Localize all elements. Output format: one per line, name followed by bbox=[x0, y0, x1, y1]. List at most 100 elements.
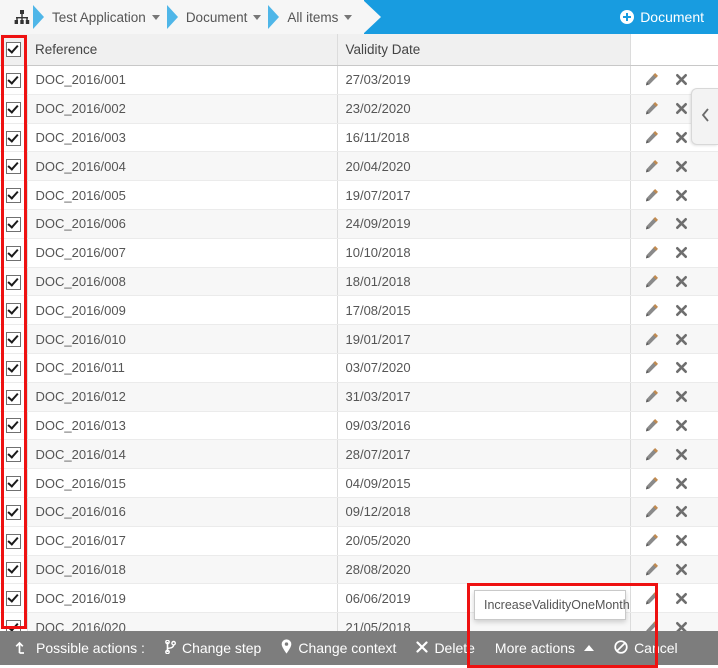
arrow-step-icon[interactable] bbox=[0, 640, 28, 657]
pencil-icon[interactable] bbox=[645, 476, 658, 490]
row-checkbox[interactable] bbox=[5, 418, 21, 434]
row-checkbox[interactable] bbox=[5, 360, 21, 376]
row-checkbox[interactable] bbox=[5, 130, 21, 146]
table-row[interactable]: DOC_2016/018 28/08/2020 bbox=[0, 555, 718, 585]
x-icon[interactable] bbox=[675, 246, 688, 259]
side-panel-collapse-toggle[interactable] bbox=[691, 88, 718, 145]
row-checkbox[interactable] bbox=[5, 101, 21, 117]
row-select-cell[interactable] bbox=[0, 555, 27, 585]
row-checkbox[interactable] bbox=[5, 447, 21, 463]
pencil-icon[interactable] bbox=[645, 361, 658, 374]
x-icon[interactable] bbox=[675, 563, 688, 576]
table-row[interactable]: DOC_2016/009 17/08/2015 bbox=[0, 295, 718, 326]
pencil-icon[interactable] bbox=[645, 332, 658, 346]
table-row[interactable]: DOC_2016/002 23/02/2020 bbox=[0, 94, 718, 124]
x-icon[interactable] bbox=[675, 505, 688, 518]
pencil-icon[interactable] bbox=[645, 591, 658, 605]
row-checkbox[interactable] bbox=[5, 533, 21, 549]
pencil-icon[interactable] bbox=[645, 390, 658, 403]
table-row[interactable]: DOC_2016/017 20/05/2020 bbox=[0, 526, 718, 556]
row-select-cell[interactable] bbox=[0, 295, 27, 326]
row-select-cell[interactable] bbox=[0, 209, 27, 239]
cancel-button[interactable]: Cancel bbox=[604, 631, 688, 665]
x-icon[interactable] bbox=[675, 448, 688, 461]
x-icon[interactable] bbox=[675, 102, 688, 115]
add-document-button[interactable]: Document bbox=[610, 0, 718, 34]
pencil-icon[interactable] bbox=[645, 418, 658, 432]
x-icon[interactable] bbox=[675, 333, 688, 346]
row-checkbox[interactable] bbox=[5, 389, 21, 405]
table-row[interactable]: DOC_2016/005 19/07/2017 bbox=[0, 180, 718, 210]
column-header-validity-date[interactable]: Validity Date bbox=[337, 34, 631, 66]
table-row[interactable]: DOC_2016/014 28/07/2017 bbox=[0, 439, 718, 470]
x-icon[interactable] bbox=[675, 189, 688, 202]
pencil-icon[interactable] bbox=[645, 447, 658, 461]
x-icon[interactable] bbox=[675, 131, 688, 144]
row-checkbox[interactable] bbox=[5, 303, 21, 319]
row-select-cell[interactable] bbox=[0, 353, 27, 383]
x-icon[interactable] bbox=[675, 73, 688, 86]
breadcrumb-item-test-application[interactable]: Test Application bbox=[46, 0, 166, 34]
row-select-cell[interactable] bbox=[0, 497, 27, 527]
pencil-icon[interactable] bbox=[645, 159, 658, 173]
row-checkbox[interactable] bbox=[5, 72, 21, 88]
breadcrumb-item-all-items[interactable]: All items bbox=[281, 0, 358, 34]
x-icon[interactable] bbox=[675, 390, 688, 403]
pencil-icon[interactable] bbox=[645, 217, 658, 230]
x-icon[interactable] bbox=[675, 304, 688, 317]
row-select-cell[interactable] bbox=[0, 267, 27, 297]
table-row[interactable]: DOC_2016/015 04/09/2015 bbox=[0, 468, 718, 498]
row-checkbox[interactable] bbox=[5, 591, 21, 607]
x-icon[interactable] bbox=[675, 160, 688, 173]
table-row[interactable]: DOC_2016/013 09/03/2016 bbox=[0, 411, 718, 441]
table-row[interactable]: DOC_2016/007 10/10/2018 bbox=[0, 238, 718, 268]
row-select-cell[interactable] bbox=[0, 411, 27, 441]
pencil-icon[interactable] bbox=[645, 505, 658, 518]
row-select-cell[interactable] bbox=[0, 123, 27, 153]
sitemap-icon[interactable] bbox=[12, 7, 32, 27]
pencil-icon[interactable] bbox=[645, 188, 658, 202]
row-checkbox[interactable] bbox=[5, 159, 21, 175]
pencil-icon[interactable] bbox=[645, 274, 658, 288]
column-header-reference[interactable]: Reference bbox=[27, 34, 338, 66]
x-icon[interactable] bbox=[675, 361, 688, 374]
x-icon[interactable] bbox=[675, 534, 688, 547]
pencil-icon[interactable] bbox=[645, 73, 658, 86]
x-icon[interactable] bbox=[675, 592, 688, 605]
x-icon[interactable] bbox=[675, 217, 688, 230]
select-all-checkbox[interactable] bbox=[6, 42, 21, 58]
row-checkbox[interactable] bbox=[5, 216, 21, 232]
row-select-cell[interactable] bbox=[0, 439, 27, 470]
row-select-cell[interactable] bbox=[0, 468, 27, 498]
row-checkbox[interactable] bbox=[5, 274, 21, 290]
row-checkbox[interactable] bbox=[5, 504, 21, 520]
row-select-cell[interactable] bbox=[0, 151, 27, 182]
row-select-cell[interactable] bbox=[0, 238, 27, 268]
x-icon[interactable] bbox=[675, 419, 688, 432]
x-icon[interactable] bbox=[675, 275, 688, 288]
row-checkbox[interactable] bbox=[5, 562, 21, 578]
row-select-cell[interactable] bbox=[0, 382, 27, 412]
table-row[interactable]: DOC_2016/001 27/03/2019 bbox=[0, 65, 718, 95]
table-row[interactable]: DOC_2016/003 16/11/2018 bbox=[0, 123, 718, 153]
change-context-button[interactable]: Change context bbox=[271, 631, 406, 665]
table-row[interactable]: DOC_2016/011 03/07/2020 bbox=[0, 353, 718, 383]
row-select-cell[interactable] bbox=[0, 324, 27, 354]
pencil-icon[interactable] bbox=[645, 562, 658, 576]
delete-button[interactable]: Delete bbox=[406, 631, 484, 665]
pencil-icon[interactable] bbox=[645, 130, 658, 144]
row-checkbox[interactable] bbox=[5, 332, 21, 348]
table-row[interactable]: DOC_2016/016 09/12/2018 bbox=[0, 497, 718, 527]
table-row[interactable]: DOC_2016/012 31/03/2017 bbox=[0, 382, 718, 412]
more-actions-button[interactable]: More actions bbox=[485, 631, 604, 665]
row-checkbox[interactable] bbox=[5, 188, 21, 204]
pencil-icon[interactable] bbox=[645, 534, 658, 547]
row-select-cell[interactable] bbox=[0, 526, 27, 556]
row-select-cell[interactable] bbox=[0, 180, 27, 210]
row-checkbox[interactable] bbox=[5, 476, 21, 492]
row-checkbox[interactable] bbox=[5, 245, 21, 261]
table-row[interactable]: DOC_2016/010 19/01/2017 bbox=[0, 324, 718, 354]
row-select-cell[interactable] bbox=[0, 94, 27, 124]
row-select-cell[interactable] bbox=[0, 583, 27, 614]
x-icon[interactable] bbox=[675, 477, 688, 490]
